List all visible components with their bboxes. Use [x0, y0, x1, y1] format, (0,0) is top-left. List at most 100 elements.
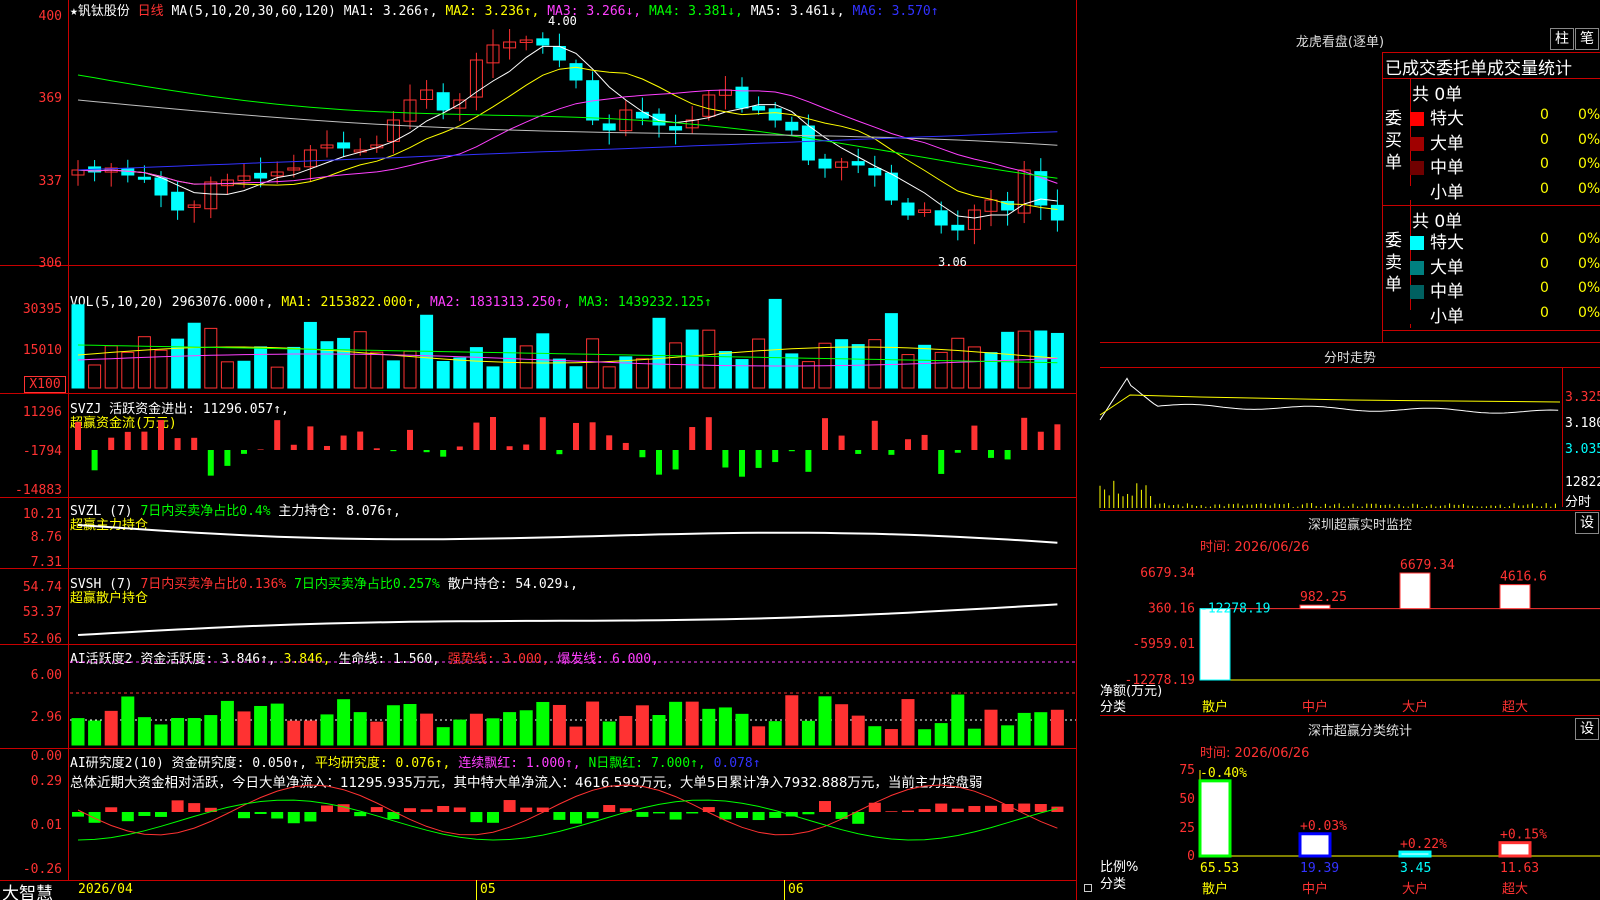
candle-body [602, 123, 616, 131]
tick-view-button[interactable]: 笔 [1575, 28, 1599, 50]
fund-flow-bar [456, 446, 463, 450]
fund-flow-bar [573, 422, 579, 450]
sz-class-settings-button[interactable]: 设 [1575, 718, 1599, 740]
activity-bar [469, 713, 483, 746]
bar-view-button[interactable]: 柱 [1550, 28, 1574, 50]
activity-bar [718, 707, 732, 746]
activity-bar [785, 695, 799, 746]
research-bar [437, 805, 450, 812]
activity-bar [868, 726, 882, 746]
activity-bar [303, 720, 317, 746]
fund-flow-bar [124, 431, 131, 450]
sz-class-time: 时间: 2026/06/26 [1200, 746, 1310, 761]
volume-bar [204, 327, 218, 389]
fund-flow-bar [805, 450, 812, 472]
activity-bar [536, 701, 550, 746]
sz-class-x-unit: 分类 [1100, 877, 1127, 892]
fund-flow-bar [905, 439, 911, 450]
volume-bar [220, 361, 234, 389]
panel-divider [0, 880, 1076, 881]
volume-bar [436, 360, 450, 389]
fenshi-price-high: 3.325 [1565, 390, 1600, 405]
activity-bar [320, 714, 334, 746]
fund-flow-bar [705, 417, 712, 450]
color-swatch-icon [1410, 161, 1424, 175]
fund-flow-bar [739, 450, 745, 477]
volume-bar [519, 345, 533, 389]
research-bar [1034, 804, 1047, 812]
research-bar [321, 805, 333, 812]
panel-divider [1100, 367, 1600, 368]
fund-flow-bar [755, 450, 762, 468]
fund-flow-bar [656, 450, 662, 475]
candle-body [901, 202, 915, 216]
sz-class-y-tick: 25 [1179, 821, 1195, 836]
sz-monitor-value-label: 982.25 [1300, 590, 1347, 605]
activity-bar [88, 720, 102, 746]
sz-monitor-category: 中户 [1302, 699, 1328, 715]
sz-monitor-settings-button[interactable]: 设 [1575, 512, 1599, 534]
sell-row: 小单 [1410, 302, 1464, 327]
research-bar [819, 801, 831, 812]
volume-bar [137, 336, 151, 389]
buy-row-pct: 0% [1578, 107, 1600, 123]
volume-bar [951, 337, 965, 389]
research-bar [951, 808, 964, 812]
research-bar [254, 812, 267, 814]
activity-bar [71, 718, 85, 746]
buy-side-label: 委买单 [1385, 109, 1402, 173]
app-name[interactable]: 大智慧 [2, 879, 53, 900]
lock-icon[interactable] [1084, 884, 1092, 892]
volume-bar [669, 342, 683, 389]
sz-monitor-category: 大户 [1402, 699, 1428, 715]
chart-canvas[interactable] [0, 0, 1076, 880]
research-bar [138, 812, 151, 816]
fund-flow-bar [373, 448, 380, 450]
buy-row: 中单 [1410, 153, 1464, 178]
color-swatch-icon [1410, 260, 1424, 275]
sz-class-value-label: 3.45 [1400, 861, 1431, 876]
sell-row-pct: 0% [1578, 304, 1600, 321]
fund-flow-bar [257, 449, 264, 450]
candle-body [436, 92, 450, 111]
research-bar [503, 800, 516, 812]
volume-bar [934, 351, 948, 389]
activity-bar [967, 728, 981, 746]
volume-bar [88, 364, 102, 389]
sz-class-category: 超大 [1502, 882, 1528, 897]
activity-bar [254, 705, 268, 746]
activity-bar [586, 701, 600, 746]
x-axis-may: 05 [480, 882, 496, 897]
sz-monitor-y-tick: -5959.01 [1132, 637, 1195, 652]
activity-bar [353, 712, 367, 746]
volume-bar [353, 331, 367, 389]
sz-class-y-tick: 75 [1179, 763, 1195, 778]
fund-flow-bar [158, 420, 164, 450]
fund-flow-bar [971, 425, 978, 450]
volume-bar [602, 366, 616, 389]
activity-bar [154, 724, 168, 746]
buy-row-count: 0 [1540, 107, 1549, 123]
sz-class-bar [1498, 841, 1532, 858]
volume-bar [586, 338, 600, 389]
fund-flow-bar [1021, 417, 1028, 450]
candle-body [934, 210, 948, 226]
color-swatch-icon [1410, 136, 1424, 151]
candle-body [868, 167, 882, 176]
fund-flow-bar [788, 450, 795, 452]
fund-flow-bar [523, 444, 530, 450]
volume-bar [370, 351, 384, 389]
fenshi-vol: 12822 [1565, 475, 1600, 490]
candle-body [801, 125, 815, 161]
sz-class-delta-label: -0.40% [1200, 766, 1247, 781]
sz-class-title: 深市超赢分类统计 [1307, 724, 1412, 739]
sz-class-category: 大户 [1402, 881, 1428, 897]
fund-flow-bar [938, 450, 945, 474]
volume-bar [254, 346, 268, 389]
fund-flow-bar [423, 450, 430, 453]
research-bar [669, 812, 682, 820]
average-research-line [77, 799, 1058, 841]
activity-bar [635, 705, 649, 746]
volume-bar [569, 366, 583, 389]
research-bar [72, 812, 84, 817]
